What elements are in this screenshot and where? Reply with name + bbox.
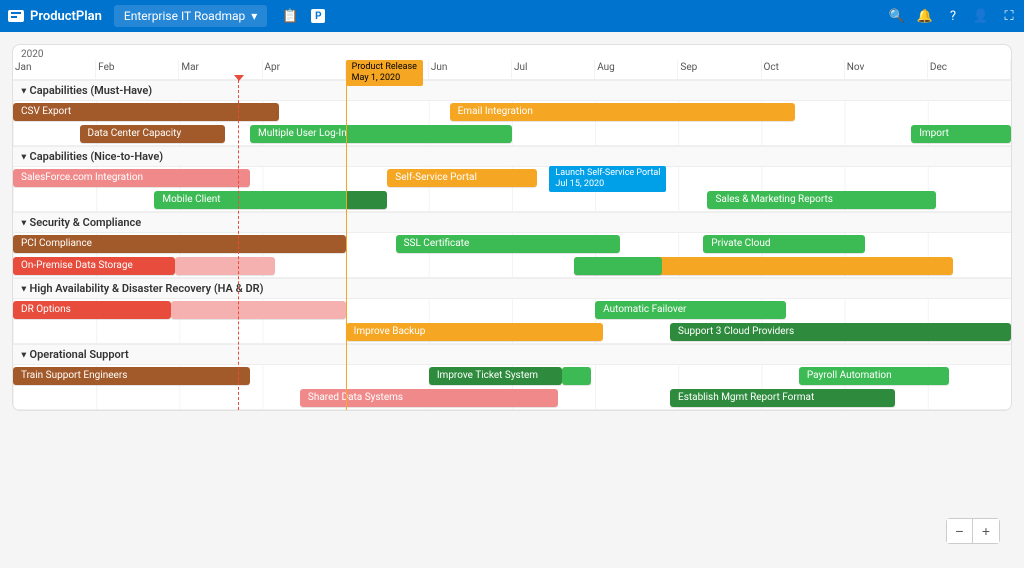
lane-row: Data Center Capacity Multiple User Log-In… — [13, 123, 1011, 145]
roadmap-bar[interactable]: Private Cloud — [703, 235, 865, 253]
lane-row: On-Premise Data StorageSSAE 16 — [13, 255, 1011, 277]
zoom-control: − + — [946, 518, 1000, 544]
roadmap-bar[interactable] — [346, 191, 388, 209]
lane-row: PCI Compliance SSL Certificate Private Clo… — [13, 233, 1011, 255]
toolbar-right: 🔍 🔔 ? 👤 ⛶ — [890, 9, 1016, 23]
roadmap-bar[interactable]: Import — [911, 125, 1011, 143]
month-jun: Jun — [429, 60, 512, 79]
roadmap-bar[interactable] — [171, 301, 346, 319]
lane-body: DR Options Automatic Failover Improve Back… — [13, 299, 1011, 344]
roadmap-canvas: 2020 JanFebMarAprMayJunJulAugSepOctNovDe… — [12, 44, 1012, 411]
lane-header[interactable]: ▸Security & Compliance — [13, 212, 1011, 233]
roadmap-bar[interactable]: Email Integration — [450, 103, 795, 121]
month-dec: Dec — [928, 60, 1011, 79]
lane-body: CSV Export Email Integration Data Center C… — [13, 101, 1011, 146]
year-label: 2020 — [13, 45, 1011, 60]
lane-header[interactable]: ▸Capabilities (Nice-to-Have) — [13, 146, 1011, 167]
roadmap-bar[interactable] — [562, 367, 591, 385]
fullscreen-icon[interactable]: ⛶ — [1002, 9, 1016, 23]
lane-header[interactable]: ▸Operational Support — [13, 344, 1011, 365]
lane-title: High Availability & Disaster Recovery (H… — [30, 282, 264, 295]
app-name: ProductPlan — [30, 9, 102, 24]
chevron-down-icon: ▸ — [18, 352, 28, 357]
help-icon[interactable]: ? — [946, 9, 960, 23]
month-jul: Jul — [512, 60, 595, 79]
roadmap-bar[interactable] — [574, 257, 661, 275]
roadmap-bar[interactable]: Self-Service Portal — [387, 169, 537, 187]
lanes-container: ▸Capabilities (Must-Have)CSV ExportEmail… — [13, 80, 1011, 410]
roadmap-bar[interactable]: Data Center Capacity — [80, 125, 226, 143]
lane-row: Mobile ClientSales & Marketing Reports — [13, 189, 1011, 211]
parking-icon[interactable]: P — [311, 9, 325, 23]
caret-down-icon: ▾ — [251, 9, 257, 23]
lane-title: Capabilities (Must-Have) — [30, 84, 153, 97]
roadmap-bar[interactable]: Sales & Marketing Reports — [707, 191, 936, 209]
lane-row: SalesForce.com Integration Self-Service P… — [13, 167, 1011, 189]
search-icon[interactable]: 🔍 — [890, 9, 904, 23]
lane-row: CSV Export Email Integration — [13, 101, 1011, 123]
month-header: JanFebMarAprMayJunJulAugSepOctNovDecProd… — [13, 60, 1011, 80]
lane-header[interactable]: ▸Capabilities (Must-Have) — [13, 80, 1011, 101]
lane-body: Train Support Engineers Improve Ticket Sy… — [13, 365, 1011, 410]
roadmap-bar[interactable]: Establish Mgmt Report Format — [670, 389, 895, 407]
roadmap-bar[interactable]: On-Premise Data Storage — [13, 257, 175, 275]
month-apr: Apr — [263, 60, 346, 79]
roadmap-bar[interactable]: SalesForce.com Integration — [13, 169, 250, 187]
logo-icon — [8, 10, 24, 22]
chevron-down-icon: ▸ — [18, 220, 28, 225]
milestone-tag[interactable]: Launch Self-Service PortalJul 15, 2020 — [549, 166, 666, 192]
month-feb: Feb — [96, 60, 179, 79]
lane-body: SalesForce.com Integration Self-Service P… — [13, 167, 1011, 212]
lane-row: Improve Backup Support 3 Cloud Providers — [13, 321, 1011, 343]
bell-icon[interactable]: 🔔 — [918, 9, 932, 23]
month-jan: Jan — [13, 60, 96, 79]
roadmap-bar[interactable] — [175, 257, 275, 275]
roadmap-bar[interactable]: SSL Certificate — [396, 235, 621, 253]
plan-selector[interactable]: Enterprise IT Roadmap ▾ — [114, 5, 267, 27]
roadmap-bar[interactable]: Payroll Automation — [799, 367, 949, 385]
roadmap-bar[interactable]: Train Support Engineers — [13, 367, 250, 385]
app-logo[interactable]: ProductPlan — [8, 9, 102, 24]
user-icon[interactable]: 👤 — [974, 9, 988, 23]
month-aug: Aug — [595, 60, 678, 79]
lane-body: PCI Compliance SSL Certificate Private Clo… — [13, 233, 1011, 278]
release-marker — [346, 80, 347, 410]
month-nov: Nov — [845, 60, 928, 79]
roadmap-bar[interactable]: PCI Compliance — [13, 235, 346, 253]
roadmap-bar[interactable]: Support 3 Cloud Providers — [670, 323, 1011, 341]
milestone-tag[interactable]: Product ReleaseMay 1, 2020 — [346, 60, 423, 86]
lane-title: Security & Compliance — [30, 216, 142, 229]
roadmap-bar[interactable]: Improve Backup — [346, 323, 604, 341]
roadmap-bar[interactable]: DR Options — [13, 301, 171, 319]
zoom-in-button[interactable]: + — [973, 519, 999, 543]
roadmap-bar[interactable]: CSV Export — [13, 103, 279, 121]
top-nav: ProductPlan Enterprise IT Roadmap ▾ 📋 P … — [0, 0, 1024, 32]
roadmap-bar[interactable]: Multiple User Log-In — [250, 125, 512, 143]
plan-name: Enterprise IT Roadmap — [124, 9, 245, 23]
roadmap-bar[interactable]: Shared Data Systems — [300, 389, 558, 407]
lane-row: DR Options Automatic Failover — [13, 299, 1011, 321]
month-sep: Sep — [678, 60, 761, 79]
lane-row: Shared Data Systems Establish Mgmt Report… — [13, 387, 1011, 409]
roadmap-bar[interactable]: Automatic Failover — [595, 301, 786, 319]
month-mar: Mar — [179, 60, 262, 79]
roadmap-bar[interactable]: Improve Ticket System — [429, 367, 562, 385]
zoom-out-button[interactable]: − — [947, 519, 973, 543]
chevron-down-icon: ▸ — [18, 88, 28, 93]
month-oct: Oct — [762, 60, 845, 79]
lane-title: Operational Support — [30, 348, 129, 361]
chevron-down-icon: ▸ — [18, 286, 28, 291]
toolbar-left: 📋 P — [283, 9, 325, 23]
chevron-down-icon: ▸ — [18, 154, 28, 159]
lane-header[interactable]: ▸High Availability & Disaster Recovery (… — [13, 278, 1011, 299]
lane-row: Train Support Engineers Improve Ticket Sy… — [13, 365, 1011, 387]
lane-title: Capabilities (Nice-to-Have) — [30, 150, 164, 163]
clipboard-icon[interactable]: 📋 — [283, 9, 297, 23]
